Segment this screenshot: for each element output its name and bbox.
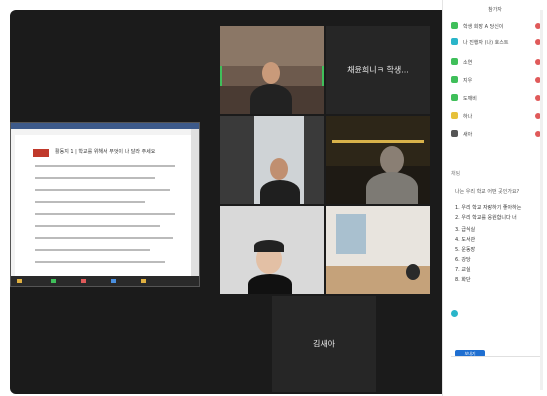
- chat-line: 7. 교실: [455, 267, 471, 273]
- participant-list-name: 도깨비: [463, 96, 477, 102]
- taskbar-icon: [51, 279, 56, 283]
- chat-input[interactable]: [451, 356, 541, 369]
- chat-header: 나는 우리 학교 어떤 곳인가요?: [455, 189, 520, 195]
- video-tile-speaker[interactable]: [220, 26, 324, 114]
- participant-list-name: 지우: [463, 78, 473, 84]
- chat-line: 1. 우리 학교 자랑하기 좋아하는: [455, 205, 522, 211]
- document-line: [35, 213, 175, 215]
- shared-screen[interactable]: 활동지 1 | 학교를 위해서 무엇이 나 달라 주세요: [10, 122, 200, 287]
- sender-avatar: [451, 310, 458, 317]
- participant-avatar: [451, 22, 458, 29]
- meeting-window: 활동지 1 | 학교를 위해서 무엇이 나 달라 주세요 채윤희니ㅋ 학생...…: [0, 0, 547, 396]
- panel-title: 참가자: [488, 7, 502, 13]
- chat-line: 3. 급식실: [455, 227, 476, 233]
- video-tile-name-only[interactable]: 김새아: [272, 296, 376, 392]
- document-line: [35, 201, 145, 203]
- participant-list-name: 하나: [463, 114, 473, 120]
- participant-list-name: 나 진행자 (나) 호스트: [463, 40, 509, 46]
- participant-name: 채윤희니ㅋ 학생...: [347, 65, 409, 75]
- side-panel: 참가자 학생 회장 A 당신이 나 진행자 (나) 호스트 소연 지우 도깨비: [442, 0, 547, 396]
- video-tile-participant[interactable]: [220, 116, 324, 204]
- participant-avatar: [451, 130, 458, 137]
- chat-line: 4. 도서관: [455, 237, 476, 243]
- participant-head: [406, 264, 420, 280]
- room-wall: [220, 26, 324, 66]
- participant-list-name: 소연: [463, 60, 473, 66]
- participant-hair: [254, 240, 284, 252]
- participant-face: [380, 146, 404, 174]
- video-tile-participant[interactable]: [326, 206, 430, 294]
- participant-list-item[interactable]: 소연: [451, 58, 541, 66]
- room-window: [336, 214, 366, 254]
- document-line: [35, 249, 150, 251]
- document-title: 활동지 1 | 학교를 위해서 무엇이 나 달라 주세요: [55, 149, 156, 155]
- participant-body: [366, 172, 418, 204]
- chat-line: 6. 강당: [455, 257, 471, 263]
- shared-screen-toolbar: [11, 123, 199, 129]
- chat-line: 5. 운동장: [455, 247, 476, 253]
- participant-avatar: [451, 76, 458, 83]
- chat-tab[interactable]: 채팅: [451, 170, 541, 178]
- participant-body: [250, 84, 292, 114]
- participant-avatar: [451, 38, 458, 45]
- participant-list-name: 학생 회장 A 당신이: [463, 24, 504, 30]
- document-side-toolbar[interactable]: [191, 129, 199, 276]
- document-line: [35, 177, 155, 179]
- participant-face: [270, 158, 288, 180]
- taskbar-icon: [17, 279, 22, 283]
- panel-scrollbar[interactable]: [540, 10, 543, 390]
- participant-list-item[interactable]: 나 진행자 (나) 호스트: [451, 38, 541, 46]
- participant-body: [260, 180, 300, 204]
- participant-list-item[interactable]: 새아: [451, 130, 541, 138]
- participant-body: [248, 274, 292, 294]
- chat-sender: [451, 310, 541, 318]
- chat-line: 8. 화단: [455, 277, 471, 283]
- participant-list-name: 새아: [463, 132, 473, 138]
- document-tag: [33, 149, 49, 157]
- participant-name: 김새아: [312, 339, 336, 349]
- chat-tab-label: 채팅: [451, 171, 461, 177]
- video-tile-name-only[interactable]: 채윤희니ㅋ 학생...: [326, 26, 430, 114]
- shared-document: 활동지 1 | 학교를 위해서 무엇이 나 달라 주세요: [15, 135, 191, 283]
- document-line: [35, 189, 170, 191]
- chat-line: 2. 우리 학교를 응원합니다 너: [455, 215, 517, 221]
- document-line: [35, 261, 165, 263]
- participant-avatar: [451, 58, 458, 65]
- participant-list-item[interactable]: 지우: [451, 76, 541, 84]
- document-taskbar: [11, 276, 199, 286]
- taskbar-icon: [111, 279, 116, 283]
- video-tile-participant[interactable]: [326, 116, 430, 204]
- video-tile-participant[interactable]: [220, 206, 324, 294]
- participant-face: [262, 62, 280, 84]
- document-line: [35, 237, 173, 239]
- participant-list-item[interactable]: 하나: [451, 112, 541, 120]
- document-line: [35, 225, 160, 227]
- taskbar-icon: [81, 279, 86, 283]
- participant-list-item[interactable]: 도깨비: [451, 94, 541, 102]
- background-lights: [332, 140, 424, 143]
- taskbar-icon: [141, 279, 146, 283]
- video-stage: 활동지 1 | 학교를 위해서 무엇이 나 달라 주세요 채윤희니ㅋ 학생...…: [10, 10, 442, 394]
- participant-avatar: [451, 94, 458, 101]
- document-line: [35, 165, 175, 167]
- participant-list-item[interactable]: 학생 회장 A 당신이: [451, 22, 541, 30]
- participant-avatar: [451, 112, 458, 119]
